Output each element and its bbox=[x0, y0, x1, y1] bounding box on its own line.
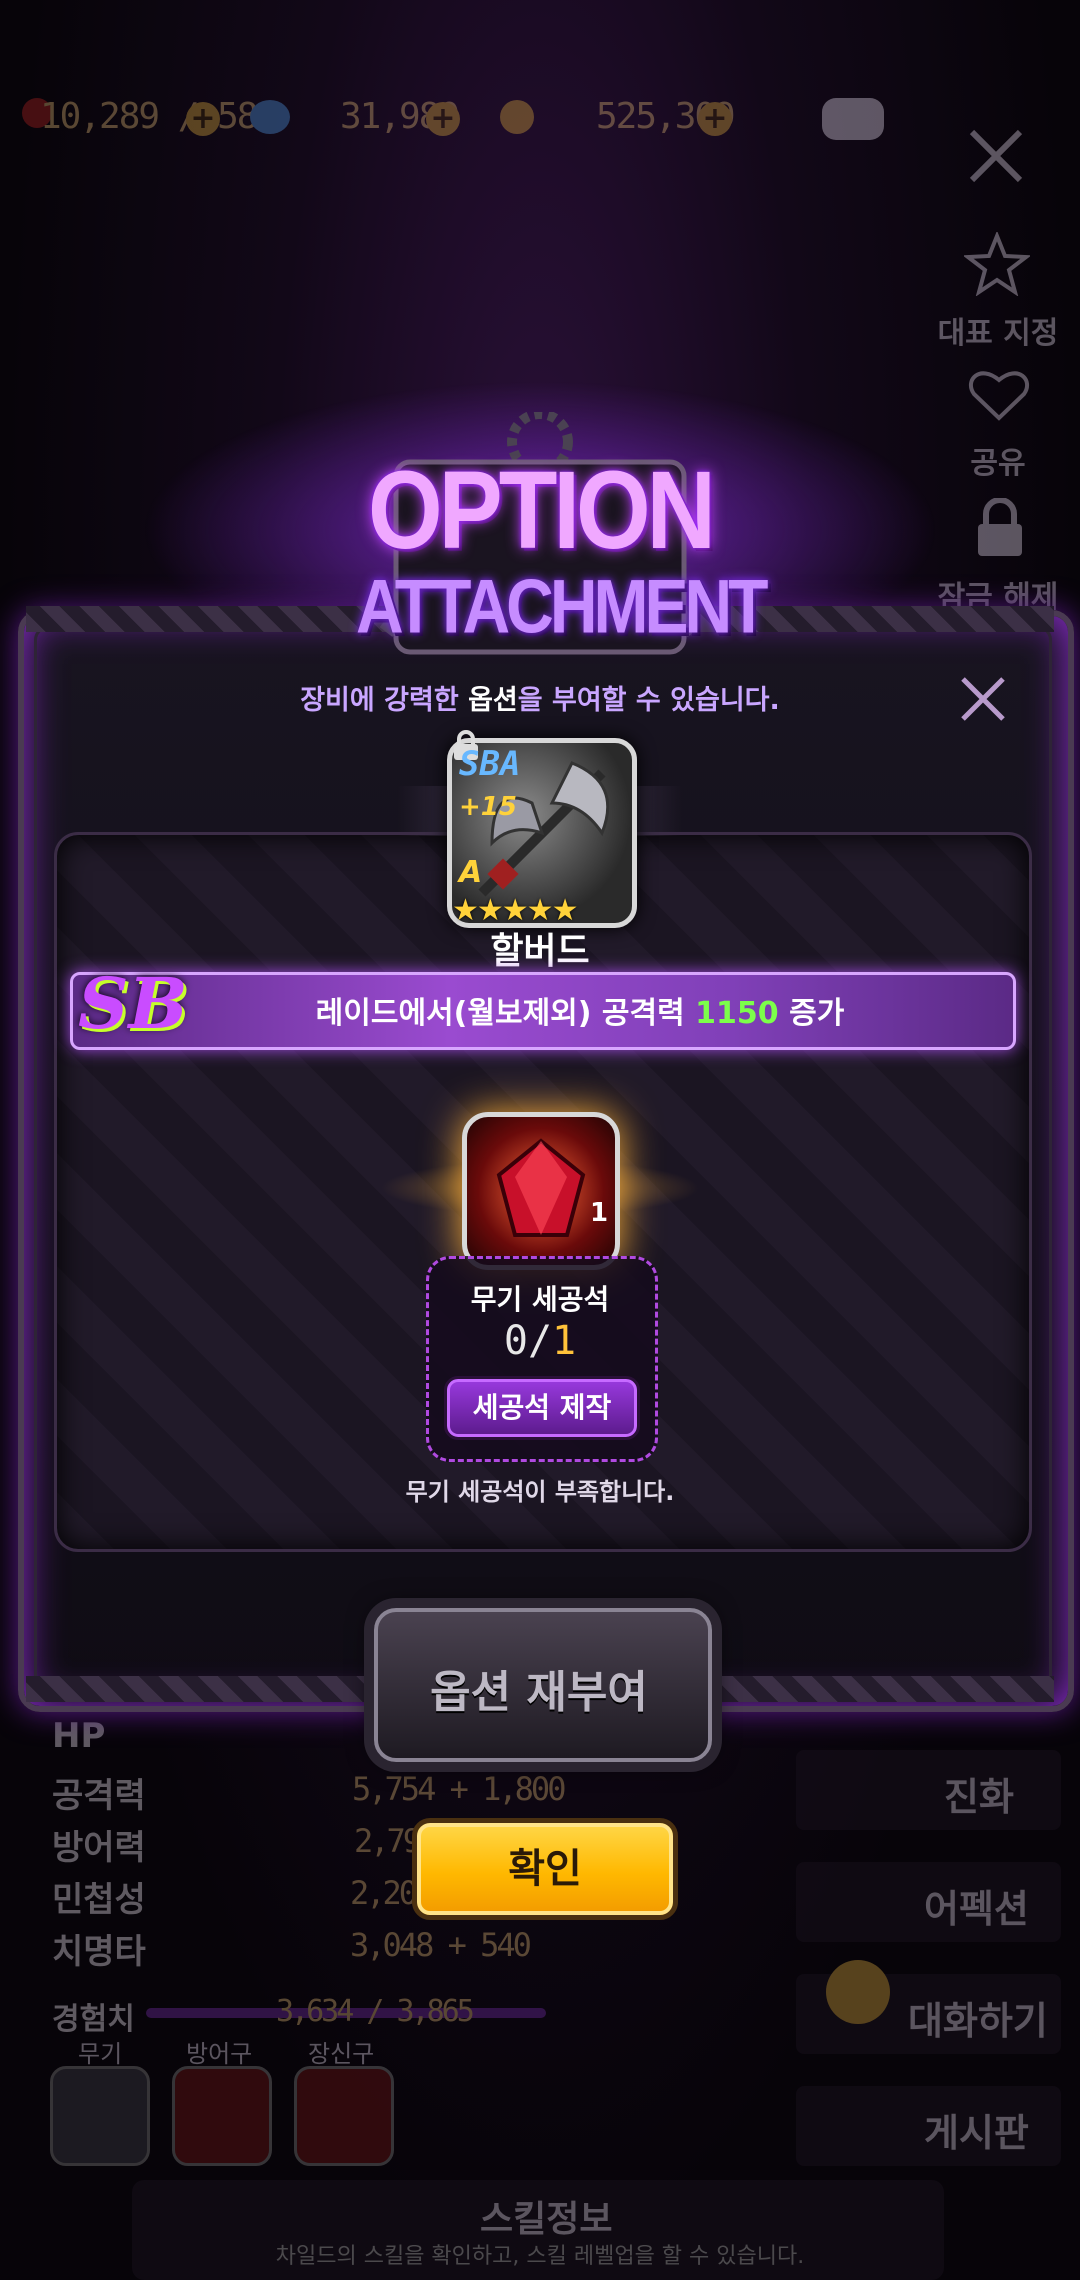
confirm-button[interactable]: 확인 bbox=[412, 1818, 678, 1920]
weapon-rank: A bbox=[459, 855, 483, 890]
option-value: 1150 bbox=[695, 996, 779, 1031]
weapon-enhance: +15 bbox=[459, 792, 517, 822]
subtitle-prefix: 장비에 강력한 bbox=[300, 685, 469, 716]
weapon-stone-card[interactable] bbox=[462, 1112, 620, 1270]
option-description: 레이드에서(월보제외) 공격력 1150 증가 bbox=[150, 988, 1010, 1032]
option-attachment-modal: OPTION ATTACHMENT 장비에 강력한 옵션을 부여할 수 있습니다… bbox=[0, 0, 1080, 2280]
weapon-grade: SBA bbox=[459, 744, 521, 784]
option-text-suffix: 증가 bbox=[778, 996, 845, 1031]
material-name: 무기 세공석 bbox=[470, 1283, 610, 1316]
insufficient-material-text: 무기 세공석이 부족합니다. bbox=[405, 1478, 675, 1506]
craft-stone-button[interactable]: 세공석 제작 bbox=[444, 1376, 640, 1440]
material-separator: / bbox=[527, 1318, 553, 1364]
modal-subtitle: 장비에 강력한 옵션을 부여할 수 있습니다. bbox=[0, 678, 1080, 717]
subtitle-suffix: 을 부여할 수 있습니다. bbox=[517, 685, 780, 716]
title-option: OPTION bbox=[367, 448, 716, 572]
material-count: 0/1 bbox=[0, 1318, 1080, 1364]
stone-stack-count: 1 bbox=[590, 1198, 609, 1228]
material-owned: 0 bbox=[503, 1318, 528, 1364]
modal-close-icon[interactable] bbox=[958, 674, 1008, 728]
option-text-prefix: 레이드에서(월보제외) 공격력 bbox=[315, 996, 696, 1031]
gem-stone-icon bbox=[496, 1138, 586, 1237]
title-attachment: ATTACHMENT bbox=[356, 563, 768, 649]
material-required: 1 bbox=[552, 1318, 577, 1364]
subtitle-highlight: 옵션 bbox=[468, 685, 518, 716]
reassign-option-label: 옵션 재부여 bbox=[430, 1667, 648, 1718]
